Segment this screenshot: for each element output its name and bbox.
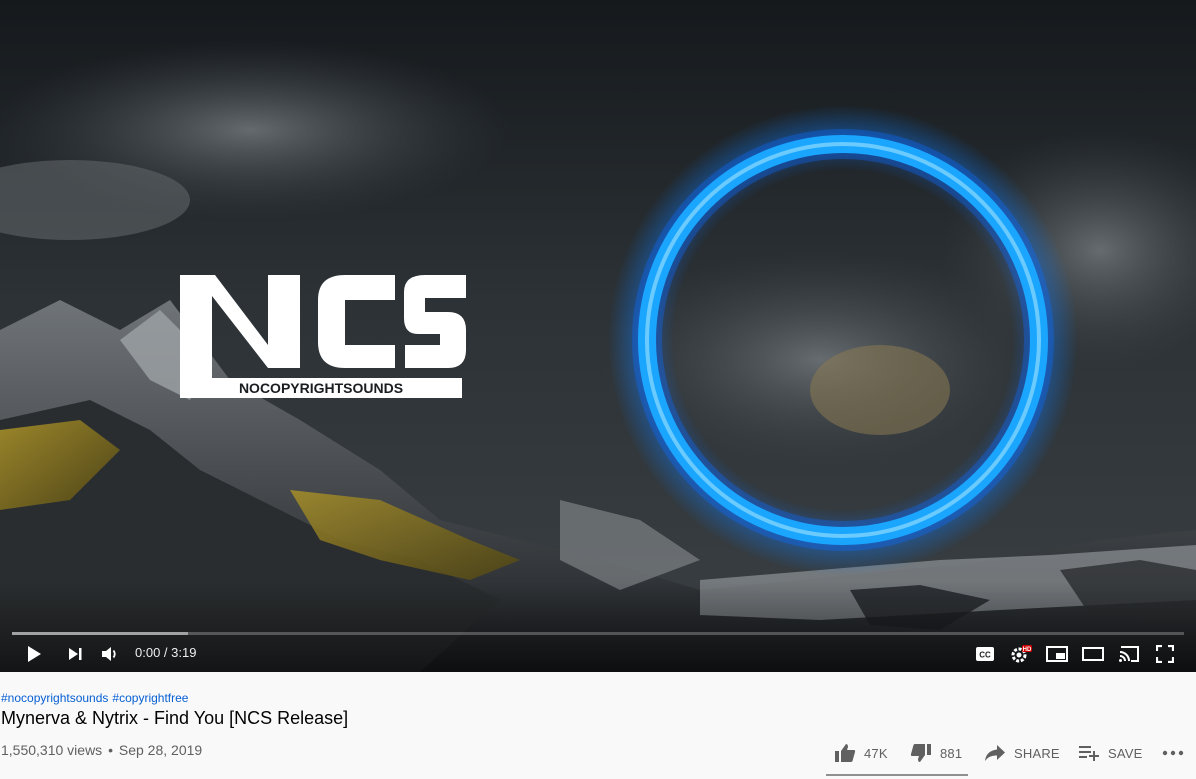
share-icon: [985, 745, 1005, 761]
progress-bar[interactable]: [12, 632, 1184, 635]
cast-button[interactable]: [1115, 641, 1143, 667]
dislike-button[interactable]: 881: [910, 735, 962, 771]
save-label: SAVE: [1108, 745, 1143, 761]
fullscreen-button[interactable]: [1151, 641, 1179, 667]
play-icon: [28, 646, 41, 662]
thumbs-down-icon: [910, 744, 931, 762]
info-separator: •: [108, 742, 113, 758]
theater-button[interactable]: [1079, 641, 1107, 667]
captions-icon: CC: [976, 647, 994, 661]
hashtag-list: #nocopyrightsounds #copyrightfree: [1, 691, 192, 705]
like-button[interactable]: 47K: [834, 735, 888, 771]
view-count: 1,550,310 views: [1, 742, 103, 758]
save-button[interactable]: SAVE: [1078, 735, 1143, 771]
share-button[interactable]: SHARE: [984, 735, 1060, 771]
hashtag-link[interactable]: #nocopyrightsounds: [1, 691, 108, 705]
progress-loaded: [12, 632, 188, 635]
volume-icon: [102, 647, 116, 661]
hashtag-link[interactable]: #copyrightfree: [112, 691, 188, 705]
theater-icon: [1082, 647, 1104, 661]
volume-button[interactable]: [96, 641, 124, 667]
settings-hd-icon: HD: [1011, 645, 1032, 663]
dislike-count: 881: [940, 745, 963, 761]
action-bar: 47K 881 SHARE SAVE: [826, 735, 1196, 771]
captions-button[interactable]: CC: [971, 641, 999, 667]
settings-button[interactable]: HD: [1007, 641, 1035, 667]
time-display: 0:00 / 3:19: [135, 645, 196, 660]
miniplayer-button[interactable]: [1043, 641, 1071, 667]
sentiment-bar: [826, 774, 968, 776]
svg-text:CC: CC: [979, 651, 991, 660]
fullscreen-icon: [1156, 645, 1174, 663]
share-label: SHARE: [1014, 745, 1060, 761]
duration: 3:19: [171, 645, 197, 660]
view-info: 1,550,310 views • Sep 28, 2019: [1, 742, 202, 758]
video-title: Mynerva & Nytrix - Find You [NCS Release…: [1, 708, 349, 728]
thumbs-up-icon: [835, 744, 856, 762]
video-player[interactable]: NOCOPYRIGHTSOUNDS 0:00 / 3:19 CC HD: [0, 0, 1196, 672]
time-separator: /: [160, 645, 172, 660]
ncs-subtitle: NOCOPYRIGHTSOUNDS: [239, 380, 403, 396]
more-horizontal-icon: [1162, 750, 1184, 756]
like-count: 47K: [864, 745, 888, 761]
video-frame: NOCOPYRIGHTSOUNDS: [0, 0, 1196, 672]
next-button[interactable]: [61, 641, 89, 667]
hd-badge: HD: [1023, 647, 1032, 653]
upload-date: Sep 28, 2019: [118, 742, 203, 758]
current-time: 0:00: [135, 645, 161, 660]
play-button[interactable]: [20, 641, 48, 667]
playlist-add-icon: [1079, 746, 1099, 761]
cast-icon: [1119, 646, 1139, 662]
miniplayer-icon: [1046, 646, 1068, 662]
next-icon: [69, 648, 82, 660]
more-actions-button[interactable]: [1162, 735, 1184, 771]
